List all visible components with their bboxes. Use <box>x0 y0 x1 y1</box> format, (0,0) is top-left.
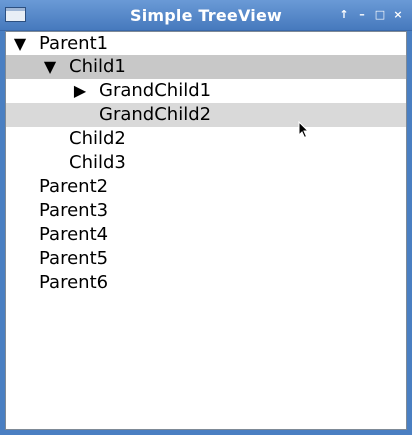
tree-row-label: Parent4 <box>39 224 109 245</box>
tree-row-parent6[interactable]: Parent6 <box>6 271 406 295</box>
tree-row-label: Parent5 <box>39 248 109 269</box>
keep-above-button[interactable]: ↑ <box>336 6 352 24</box>
tree-row-label: Child1 <box>69 56 126 77</box>
tree-row-grandchild2[interactable]: GrandChild2 <box>6 103 406 127</box>
tree-row-label: GrandChild2 <box>99 104 212 125</box>
minimize-button[interactable]: – <box>354 6 370 24</box>
tree-row-child1[interactable]: ▼ Child1 <box>6 55 406 79</box>
tree-row-label: Parent3 <box>39 200 109 221</box>
title-bar[interactable]: Simple TreeView ↑ – □ × <box>0 0 412 31</box>
tree-view[interactable]: ▼ Parent1 ▼ Child1 ▶ GrandChild1 GrandCh… <box>5 31 407 430</box>
app-window: Simple TreeView ↑ – □ × ▼ Parent1 ▼ Chil… <box>0 0 412 435</box>
expander-collapsed-icon[interactable]: ▶ <box>70 79 90 103</box>
tree-row-label: Child2 <box>69 128 126 149</box>
tree-row-parent3[interactable]: Parent3 <box>6 199 406 223</box>
expander-expanded-icon[interactable]: ▼ <box>40 55 60 79</box>
close-button[interactable]: × <box>390 6 406 24</box>
tree-row-child2[interactable]: Child2 <box>6 127 406 151</box>
tree-row-label: Parent1 <box>39 33 109 54</box>
tree-row-label: GrandChild1 <box>99 80 212 101</box>
tree-row-parent5[interactable]: Parent5 <box>6 247 406 271</box>
tree-row-parent4[interactable]: Parent4 <box>6 223 406 247</box>
expander-expanded-icon[interactable]: ▼ <box>10 32 30 56</box>
tree-row-grandchild1[interactable]: ▶ GrandChild1 <box>6 79 406 103</box>
window-controls: ↑ – □ × <box>336 6 406 24</box>
tree-row-label: Parent6 <box>39 272 109 293</box>
tree-row-parent2[interactable]: Parent2 <box>6 175 406 199</box>
tree-row-label: Child3 <box>69 152 126 173</box>
mouse-pointer-icon <box>298 121 310 139</box>
tree-row-parent1[interactable]: ▼ Parent1 <box>6 32 406 56</box>
tree-row-child3[interactable]: Child3 <box>6 151 406 175</box>
tree-row-label: Parent2 <box>39 176 109 197</box>
maximize-button[interactable]: □ <box>372 6 388 24</box>
